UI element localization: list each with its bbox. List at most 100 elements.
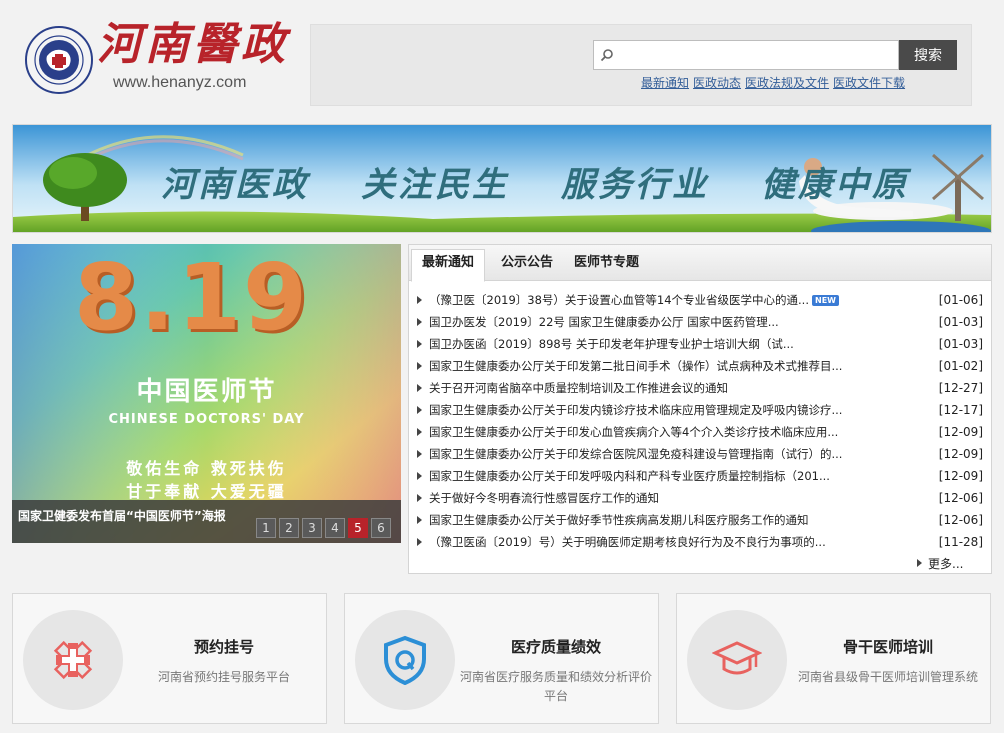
service-description: 河南省预约挂号服务平台 (157, 670, 290, 684)
notice-date: [12-27] (938, 381, 983, 395)
list-item[interactable]: 国卫办医函〔2019〕898号 关于印发老年护理专业护士培训大纲（试... [01… (417, 333, 983, 355)
arrow-right-icon (417, 406, 422, 414)
list-item[interactable]: 国家卫生健康委办公厅关于印发心血管疾病介入等4个介入类诊疗技术临床应用... [1… (417, 421, 983, 443)
more-link[interactable]: 更多... (917, 555, 963, 572)
link-regulations[interactable]: 医政法规及文件 (745, 76, 829, 90)
slide-pager: 1 2 3 4 5 6 (256, 518, 394, 538)
search-icon (600, 49, 613, 62)
notice-date: [12-17] (938, 403, 983, 417)
slide-page-5[interactable]: 5 (348, 518, 368, 538)
link-downloads[interactable]: 医政文件下载 (833, 76, 905, 90)
seal-logo-icon[interactable] (25, 26, 93, 94)
notice-title: 国家卫生健康委办公厅关于印发综合医院风湿免疫科建设与管理指南（试行）的... (429, 447, 843, 461)
notice-title: 国家卫生健康委办公厅关于印发呼吸内科和产科专业医疗质量控制指标（201... (429, 469, 830, 483)
list-item[interactable]: （豫卫医函〔2019〕号）关于明确医师定期考核良好行为及不良行为事项的... [1… (417, 531, 983, 553)
notice-date: [12-09] (938, 447, 983, 461)
arrow-right-icon (417, 296, 422, 304)
new-badge: NEW (812, 295, 839, 306)
header: 河南醫政 www.henanyz.com 搜索 最新通知 医政动态 医政法规及文件医… (0, 0, 1004, 118)
notice-date: [12-06] (938, 491, 983, 505)
service-title: 骨干医师培训 (842, 638, 933, 656)
slide-slogan-1: 敬佑生命 救死扶伤 (126, 459, 287, 478)
notice-title: 国家卫生健康委办公厅关于做好季节性疾病高发期儿科医疗服务工作的通知 (429, 513, 809, 527)
list-item[interactable]: 国家卫生健康委办公厅关于印发综合医院风湿免疫科建设与管理指南（试行）的... [1… (417, 443, 983, 465)
notice-tabs: 最新通知 公示公告 医师节专题 (409, 245, 991, 282)
slide-slogan-2: 甘于奉献 大爱无疆 (126, 482, 287, 501)
slide-title-en: CHINESE DOCTORS' DAY (108, 412, 305, 427)
banner-slogan-2: 关注民生 (361, 165, 509, 205)
arrow-right-icon (417, 362, 422, 370)
search-panel: 搜索 最新通知 医政动态 医政法规及文件 医政文件下载 (310, 24, 972, 106)
notice-date: [01-03] (938, 337, 983, 351)
slide-page-1[interactable]: 1 (256, 518, 276, 538)
notice-date: [12-06] (938, 513, 983, 527)
notice-date: [01-02] (938, 359, 983, 373)
arrow-right-icon (417, 450, 422, 458)
arrow-right-icon (417, 538, 422, 546)
banner-slogan-3: 服务行业 (561, 165, 709, 205)
list-item[interactable]: 关于召开河南省脑卒中质量控制培训及工作推进会议的通知 [12-27] (417, 377, 983, 399)
notice-title: 关于做好今冬明春流行性感冒医疗工作的通知 (429, 491, 659, 505)
graduation-cap-icon (712, 641, 762, 675)
arrow-right-icon (417, 494, 422, 502)
notice-panel: 最新通知 公示公告 医师节专题 （豫卫医〔2019〕38号）关于设置心血管等14… (408, 244, 992, 574)
slide-page-4[interactable]: 4 (325, 518, 345, 538)
service-title: 医疗质量绩效 (510, 638, 601, 656)
notice-date: [11-28] (938, 535, 983, 549)
service-title: 预约挂号 (193, 638, 254, 656)
search-input[interactable] (618, 41, 896, 69)
service-card-appointment[interactable]: 预约挂号 河南省预约挂号服务平台 (12, 593, 327, 724)
list-item[interactable]: （豫卫医〔2019〕38号）关于设置心血管等14个专业省级医学中心的通... NE… (417, 289, 983, 311)
arrow-right-icon (417, 472, 422, 480)
slide-date-graphic: 8.19 (74, 244, 309, 351)
shield-q-icon (384, 635, 426, 685)
service-icon-circle (23, 610, 123, 710)
notice-title: 国家卫生健康委办公厅关于印发内镜诊疗技术临床应用管理规定及呼吸内镜诊疗... (429, 403, 843, 417)
list-item[interactable]: 国家卫生健康委办公厅关于印发第二批日间手术（操作）试点病种及术式推荐目... [0… (417, 355, 983, 377)
hospital-cross-icon (53, 640, 93, 680)
list-item[interactable]: 国家卫生健康委办公厅关于印发呼吸内科和产科专业医疗质量控制指标（201... [1… (417, 465, 983, 487)
notice-title: 国家卫生健康委办公厅关于印发心血管疾病介入等4个介入类诊疗技术临床应用... (429, 425, 839, 439)
notice-title: 国家卫生健康委办公厅关于印发第二批日间手术（操作）试点病种及术式推荐目... (429, 359, 843, 373)
arrow-right-icon (417, 318, 422, 326)
notice-title: 国卫办医函〔2019〕898号 关于印发老年护理专业护士培训大纲（试... (429, 337, 794, 351)
slide-title-cn: 中国医师节 (136, 377, 277, 407)
slide-page-3[interactable]: 3 (302, 518, 322, 538)
site-logo-title[interactable]: 河南醫政 (97, 8, 289, 72)
arrow-right-icon (417, 428, 422, 436)
arrow-right-icon (917, 559, 922, 567)
tab-public-announcement[interactable]: 公示公告 (491, 253, 563, 281)
slide-caption[interactable]: 国家卫健委发布首届“中国医师节”海报 (18, 507, 226, 524)
image-slideshow[interactable]: 8.19 中国医师节 CHINESE DOCTORS' DAY 敬佑生命 救死扶… (12, 244, 401, 543)
tab-latest-notice[interactable]: 最新通知 (411, 249, 486, 282)
list-item[interactable]: 国家卫生健康委办公厅关于印发内镜诊疗技术临床应用管理规定及呼吸内镜诊疗... [1… (417, 399, 983, 421)
arrow-right-icon (417, 340, 422, 348)
list-item[interactable]: 关于做好今冬明春流行性感冒医疗工作的通知 [12-06] (417, 487, 983, 509)
service-icon-circle (687, 610, 787, 710)
notice-date: [12-09] (938, 469, 983, 483)
notice-title: 关于召开河南省脑卒中质量控制培训及工作推进会议的通知 (429, 381, 728, 395)
notice-title: （豫卫医〔2019〕38号）关于设置心血管等14个专业省级医学中心的通... (429, 293, 809, 307)
notice-title: 国卫办医发〔2019〕22号 国家卫生健康委办公厅 国家中医药管理... (429, 315, 779, 329)
link-medical-news[interactable]: 医政动态 (693, 76, 741, 90)
service-icon-circle (355, 610, 455, 710)
banner-slogan-1: 河南医政 (161, 165, 309, 205)
link-latest-notice[interactable]: 最新通知 (641, 76, 689, 90)
more-label: 更多... (928, 557, 964, 571)
search-button[interactable]: 搜索 (899, 40, 957, 70)
slide-page-2[interactable]: 2 (279, 518, 299, 538)
notice-date: [01-03] (938, 315, 983, 329)
service-description: 河南省医疗服务质量和绩效分析评价平台 (459, 670, 652, 703)
quick-links: 最新通知 医政动态 医政法规及文件 医政文件下载 (641, 74, 909, 91)
list-item[interactable]: 国家卫生健康委办公厅关于做好季节性疾病高发期儿科医疗服务工作的通知 [12-06] (417, 509, 983, 531)
list-item[interactable]: 国卫办医发〔2019〕22号 国家卫生健康委办公厅 国家中医药管理... [01-… (417, 311, 983, 333)
notice-title: （豫卫医函〔2019〕号）关于明确医师定期考核良好行为及不良行为事项的... (429, 535, 826, 549)
arrow-right-icon (417, 384, 422, 392)
slide-page-6[interactable]: 6 (371, 518, 391, 538)
service-card-quality[interactable]: 医疗质量绩效 河南省医疗服务质量和绩效分析评价平台 (344, 593, 659, 724)
banner: 河南医政 关注民生 服务行业 健康中原 (12, 124, 992, 233)
service-description: 河南省县级骨干医师培训管理系统 (797, 670, 978, 684)
search-field[interactable] (593, 40, 899, 70)
service-card-training[interactable]: 骨干医师培训 河南省县级骨干医师培训管理系统 (676, 593, 991, 724)
tab-doctors-day[interactable]: 医师节专题 (564, 253, 649, 281)
